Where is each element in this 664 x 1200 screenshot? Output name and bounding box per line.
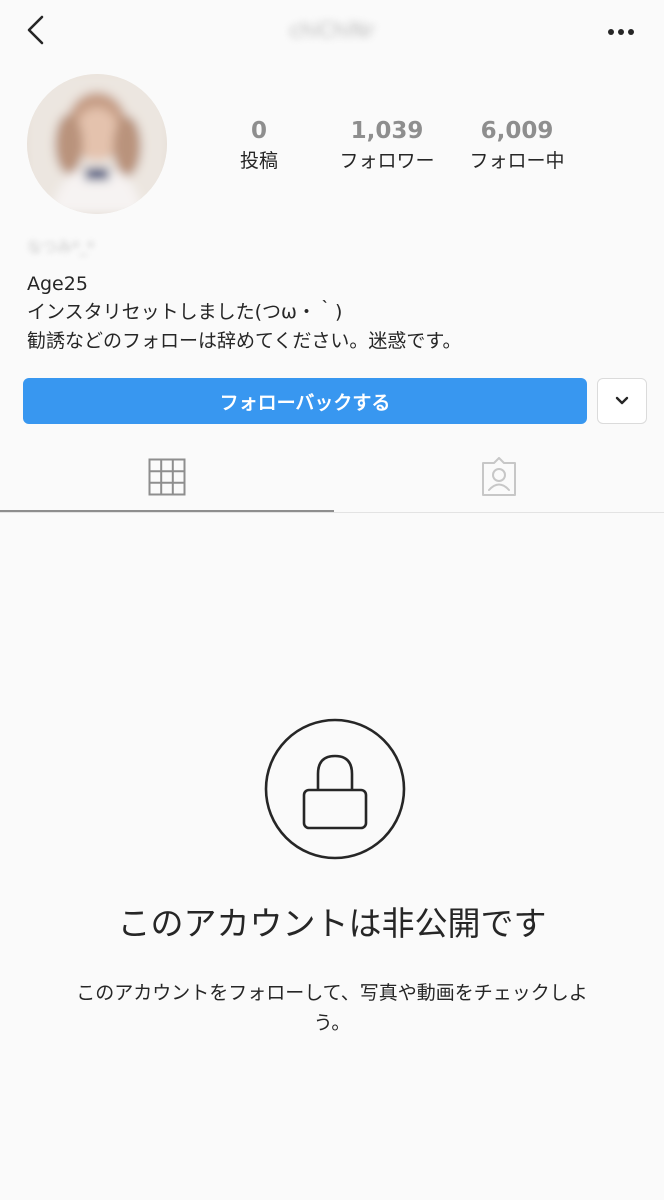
followers-label: フォロワー [339, 150, 435, 172]
chevron-down-icon [615, 396, 629, 405]
bio-line-reset: インスタリセットしました(つω・｀) [27, 301, 343, 323]
ellipsis-icon [608, 29, 634, 35]
lock-icon [264, 718, 406, 860]
display-name: なつみ*_* [27, 238, 95, 256]
tab-tagged[interactable] [334, 444, 664, 510]
tab-divider [0, 512, 664, 513]
more-options-button[interactable] [596, 12, 646, 52]
stat-followers[interactable]: 1,039 フォロワー [312, 116, 462, 174]
back-button[interactable] [14, 8, 58, 52]
private-description: このアカウントをフォローして、写真や動画をチェックしよう。 [76, 982, 588, 1034]
follow-back-button[interactable]: フォローバックする [23, 378, 587, 424]
following-count: 6,009 [480, 118, 554, 144]
grid-icon [148, 458, 186, 496]
stat-following[interactable]: 6,009 フォロー中 [442, 116, 592, 174]
chevron-left-icon [27, 15, 44, 45]
bio-line-age: Age25 [27, 273, 88, 295]
header-username: chiChiNr [289, 18, 375, 42]
tagged-icon [482, 457, 516, 496]
private-lock [264, 718, 406, 860]
suggestions-dropdown-button[interactable] [597, 378, 647, 424]
avatar[interactable] [27, 74, 167, 214]
private-title: このアカウントは非公開です [117, 904, 547, 943]
following-label: フォロー中 [469, 150, 565, 172]
profile-photo [27, 74, 167, 214]
followers-count: 1,039 [350, 118, 424, 144]
bio-line-notice: 勧誘などのフォローは辞めてください。迷惑です。 [27, 330, 462, 352]
tab-posts-grid[interactable] [0, 444, 334, 510]
